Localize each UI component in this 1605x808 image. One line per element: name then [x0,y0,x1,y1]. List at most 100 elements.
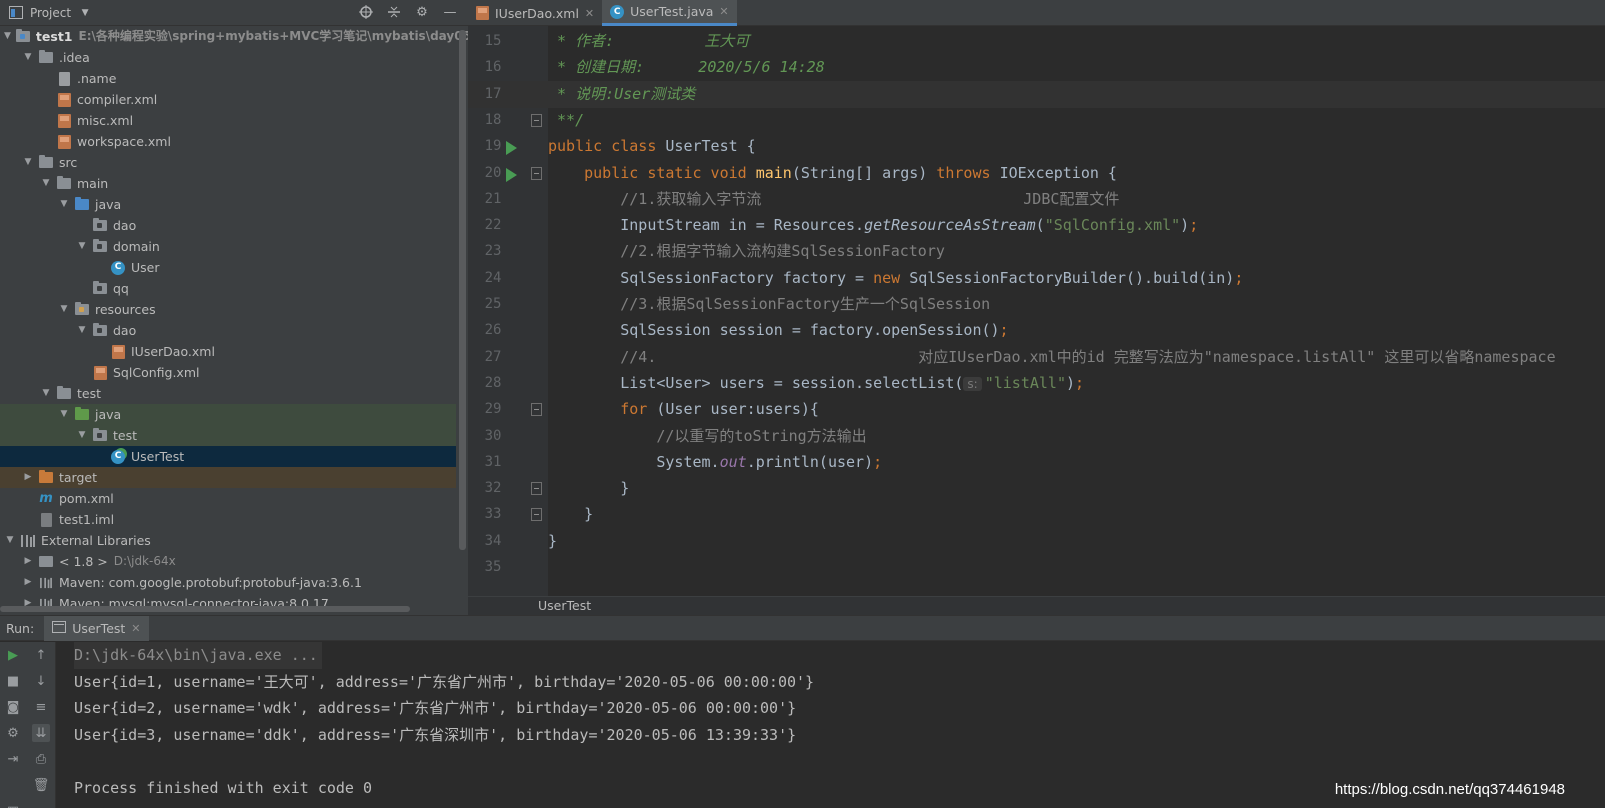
code-line[interactable]: 27 //4. 对应IUserDao.xml中的id 完整写法应为"namesp… [468,344,1605,371]
tree-item-misc-xml[interactable]: misc.xml [0,110,456,131]
console-command-line[interactable]: D:\jdk-64x\bin\java.exe ... [74,642,322,669]
expand-arrow-icon[interactable]: ▼ [4,530,16,551]
collapse-arrow-icon[interactable]: ▶ [22,572,34,593]
tree-item-name[interactable]: .name [0,68,456,89]
code-line[interactable]: 33 } [468,501,1605,528]
tab-usertest-java[interactable]: C UserTest.java ✕ [602,0,737,26]
code-line[interactable]: 20 public static void main(String[] args… [468,160,1605,187]
tab-iuserdao-xml[interactable]: IUserDao.xml ✕ [468,0,602,26]
hide-icon[interactable]: — [442,4,458,20]
fold-icon[interactable] [531,113,542,127]
tree-item-user[interactable]: C User [0,257,456,278]
tree-item-resources[interactable]: ▼ resources [0,299,456,320]
code-line[interactable]: 34} [468,528,1605,555]
exit-icon[interactable]: ⇥ [4,750,22,768]
tree-item-sqlconfig-xml[interactable]: SqlConfig.xml [0,362,456,383]
project-vertical-scrollbar[interactable] [459,30,466,550]
code-line[interactable]: 21 //1.获取输入字节流 JDBC配置文件 [468,186,1605,213]
tree-item-idea[interactable]: ▼ .idea [0,47,456,68]
libraries-icon [20,533,36,549]
tree-item-external-libraries[interactable]: ▼ External Libraries [0,530,456,551]
code-line[interactable]: 24 SqlSessionFactory factory = new SqlSe… [468,265,1605,292]
fold-icon[interactable] [531,508,542,522]
tree-item-dao[interactable]: dao [0,215,456,236]
gear-icon[interactable]: ⚙ [414,4,430,20]
fold-icon[interactable] [531,403,542,417]
code-line[interactable]: 28 List<User> users = session.selectList… [468,370,1605,397]
expand-arrow-icon[interactable]: ▼ [40,173,52,194]
collapse-all-icon[interactable] [386,4,402,20]
expand-arrow-icon[interactable]: ▼ [58,194,70,215]
code-line[interactable]: 15 * 作者: 王大可 [468,28,1605,55]
expand-arrow-icon[interactable]: ▼ [58,299,70,320]
expand-arrow-icon[interactable]: ▼ [58,404,70,425]
tree-item-workspace-xml[interactable]: workspace.xml [0,131,456,152]
code-line[interactable]: 16 * 创建日期: 2020/5/6 14:28 [468,54,1605,81]
tree-item-src[interactable]: ▼ src [0,152,456,173]
fold-icon[interactable] [531,482,542,496]
expand-arrow-icon[interactable]: ▼ [22,152,34,173]
expand-arrow-icon[interactable]: ▼ [76,425,88,446]
collapse-arrow-icon[interactable]: ▶ [22,467,34,488]
camera-icon[interactable]: ◙ [4,698,22,716]
close-icon[interactable]: ✕ [719,5,728,18]
code-line[interactable]: 30 //以重写的toString方法输出 [468,423,1605,450]
layout-icon[interactable]: ▦ [4,802,22,808]
up-arrow-icon[interactable]: ↑ [32,646,50,664]
code-line[interactable]: 23 //2.根据字节输入流构建SqlSessionFactory [468,238,1605,265]
code-line[interactable]: 35 [468,554,1605,581]
stop-icon[interactable]: ■ [4,672,22,690]
code-line[interactable]: 19 public class UserTest { [468,133,1605,160]
expand-arrow-icon[interactable]: ▼ [40,383,52,404]
code-line[interactable]: 25 //3.根据SqlSessionFactory生产一个SqlSession [468,291,1605,318]
code-line[interactable]: 17 * 说明:User测试类 [468,80,1605,108]
tree-item-1-8[interactable]: ▶ < 1.8 > D:\jdk-64x [0,551,456,572]
code-line[interactable]: 22 InputStream in = Resources.getResourc… [468,212,1605,239]
code-area[interactable]: 15 * 作者: 王大可 16 * 创建日期: 2020/5/6 14:28 17 … [468,26,1605,596]
run-gutter-icon[interactable] [506,141,517,156]
down-arrow-icon[interactable]: ↓ [32,672,50,690]
code-line[interactable]: 31 System.out.println(user); [468,449,1605,476]
breadcrumb-item[interactable]: UserTest [538,598,591,613]
close-icon[interactable]: ✕ [585,7,594,20]
tree-item-main[interactable]: ▼ main [0,173,456,194]
tree-item-label: dao [113,323,137,338]
close-icon[interactable]: ✕ [131,622,140,635]
tree-item-java[interactable]: ▼ java [0,194,456,215]
tree-item-usertest[interactable]: C UserTest [0,446,456,467]
code-line[interactable]: 18 **/ [468,107,1605,134]
expand-arrow-icon[interactable]: ▼ [76,320,88,341]
tree-item-iuserdao-xml[interactable]: IUserDao.xml [0,341,456,362]
project-horizontal-scrollbar[interactable] [0,606,410,612]
settings-icon[interactable]: ⚙ [4,724,22,742]
tree-item-test1[interactable]: ▼ test1 E:\各种编程实验\spring+mybatis+MVC学习笔记\m… [0,26,468,47]
tree-item-target[interactable]: ▶ target [0,467,456,488]
tree-item-java[interactable]: ▼ java [0,404,456,425]
tree-item-test[interactable]: ▼ test [0,383,456,404]
collapse-arrow-icon[interactable]: ▶ [22,551,34,572]
print-icon[interactable]: ⎙ [32,750,50,768]
code-line[interactable]: 26 SqlSession session = factory.openSess… [468,317,1605,344]
expand-arrow-icon[interactable]: ▼ [4,26,11,47]
expand-arrow-icon[interactable]: ▼ [76,236,88,257]
tree-item-compiler-xml[interactable]: compiler.xml [0,89,456,110]
soft-wrap-icon[interactable]: ≡ [32,698,50,716]
fold-icon[interactable] [531,166,542,180]
tree-item-maven-com-google-protobuf-protobuf-java-3-6-1[interactable]: ▶ Maven: com.google.protobuf:protobuf-jav… [0,572,456,593]
code-line[interactable]: 29 for (User user:users){ [468,396,1605,423]
run-gutter-icon[interactable] [506,167,517,182]
scroll-from-source-icon[interactable] [358,4,374,20]
code-line[interactable]: 32 } [468,475,1605,502]
project-view-selector[interactable]: Project ▼ [8,5,93,21]
tree-item-dao[interactable]: ▼ dao [0,320,456,341]
trash-icon[interactable]: 🗑 [32,776,50,794]
tree-item-pom-xml[interactable]: m pom.xml [0,488,456,509]
rerun-icon[interactable]: ▶ [4,646,22,664]
expand-arrow-icon[interactable]: ▼ [22,47,34,68]
scroll-to-end-icon[interactable]: ⇊ [32,724,50,742]
tree-item-domain[interactable]: ▼ domain [0,236,456,257]
tree-item-test1-iml[interactable]: test1.iml [0,509,456,530]
tree-item-qq[interactable]: qq [0,278,456,299]
tree-item-test[interactable]: ▼ test [0,425,456,446]
run-tab-usertest[interactable]: UserTest ✕ [44,615,149,641]
